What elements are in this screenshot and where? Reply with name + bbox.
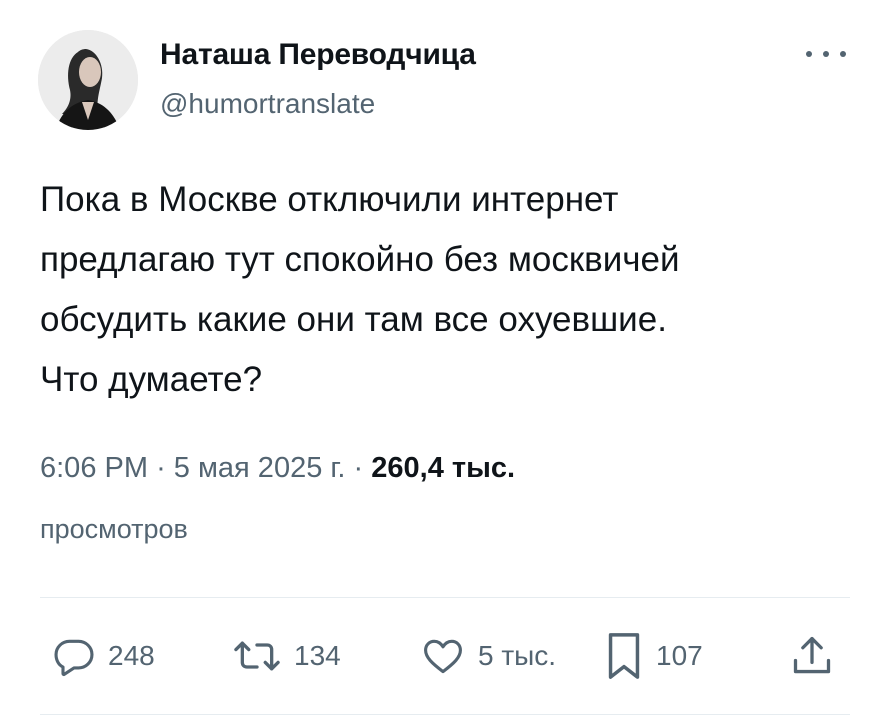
tweet-meta: 6:06 PM · 5 мая 2025 г. · 260,4 тыс. [40, 452, 515, 485]
meta-separator: · [156, 452, 166, 484]
more-options-button[interactable] [806, 44, 846, 64]
tweet-time[interactable]: 6:06 PM [40, 452, 148, 484]
like-count: 5 тыс. [478, 640, 557, 671]
author-name[interactable]: Наташа Переводчица [160, 38, 476, 72]
retweet-icon [234, 641, 280, 671]
reply-icon [54, 639, 94, 677]
reply-count: 248 [108, 640, 155, 671]
retweet-count: 134 [294, 640, 341, 671]
bookmark-count: 107 [656, 640, 703, 671]
tweet-date[interactable]: 5 мая 2025 г. [174, 452, 346, 484]
tweet-text: Пока в Москве отключили интернет предлаг… [40, 180, 680, 399]
views-count: 260,4 тыс. [371, 452, 516, 484]
like-button[interactable]: 5 тыс. [420, 626, 556, 686]
more-horizontal-icon [840, 51, 846, 57]
bookmark-icon [608, 633, 640, 679]
author-handle[interactable]: @humortranslate [160, 88, 375, 120]
meta-separator: · [353, 452, 364, 484]
share-button[interactable] [790, 626, 834, 686]
heart-icon [424, 639, 462, 674]
action-bar: 248 134 5 тыс. 107 [0, 626, 890, 686]
avatar-image [38, 30, 138, 130]
retweet-button[interactable]: 134 [232, 626, 341, 686]
share-icon [793, 636, 831, 674]
tweet-card: Наташа Переводчица @humortranslate Пока … [0, 0, 890, 718]
avatar[interactable] [38, 30, 138, 130]
bookmark-button[interactable]: 107 [604, 626, 703, 686]
more-horizontal-icon [806, 51, 812, 57]
more-horizontal-icon [823, 51, 829, 57]
reply-button[interactable]: 248 [52, 626, 155, 686]
divider [40, 597, 850, 598]
views-label: просмотров [40, 514, 188, 544]
divider [40, 714, 850, 715]
